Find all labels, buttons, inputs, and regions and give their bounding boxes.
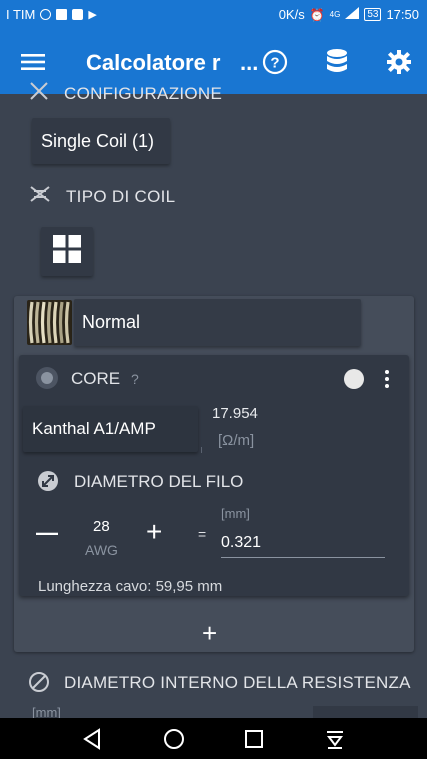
increase-gauge-button[interactable]: + [146, 517, 162, 547]
gauge-value: 28 [93, 518, 110, 535]
mail-notification-icon [56, 9, 68, 20]
configurazione-header: CONFIGURAZIONE [28, 80, 222, 107]
material-selector[interactable]: Kanthal A1/AMP [23, 406, 198, 452]
toolbar-title: Calcolatore r [86, 50, 221, 75]
wire-diameter-icon [37, 470, 59, 497]
svg-text:?: ? [270, 55, 279, 72]
clock: 17:50 [386, 7, 419, 22]
signal-icon [345, 7, 360, 22]
system-nav-bar [0, 718, 427, 759]
menu-icon[interactable] [15, 44, 51, 80]
video-notification-icon [72, 9, 84, 20]
coil-name: Normal [82, 312, 141, 332]
status-left: I TIM ▶ [6, 7, 97, 22]
divider [201, 447, 202, 453]
wire-mm-input[interactable]: 0.321 [221, 534, 385, 558]
gauge-unit: AWG [85, 542, 118, 558]
grid-view-button[interactable] [41, 227, 93, 276]
carrier-label: I TIM [6, 7, 36, 22]
settings-icon[interactable] [381, 44, 417, 80]
coil-name-field[interactable]: Normal [74, 299, 361, 346]
inner-diameter-field[interactable] [313, 706, 418, 718]
play-notification-icon: ▶ [88, 9, 97, 21]
tipo-coil-label: TIPO DI COIL [66, 186, 176, 206]
network-type: 4G [329, 10, 341, 19]
tipo-coil-header: TIPO DI COIL [28, 182, 175, 211]
network-speed: 0K/s [278, 7, 305, 22]
color-dot-icon[interactable] [344, 369, 364, 389]
wire-length-text: Lunghezza cavo: 59,95 mm [38, 578, 223, 595]
mm-unit-label: [mm] [221, 506, 250, 521]
grid-icon [53, 235, 81, 268]
back-icon[interactable] [82, 728, 102, 755]
resistivity-value: 17.954 [212, 405, 258, 422]
configuration-icon [28, 80, 50, 107]
resistivity-unit: [Ω/m] [218, 432, 255, 449]
coil-thumbnail [27, 300, 72, 345]
add-core-button[interactable]: + [202, 619, 217, 647]
inner-diameter-icon [28, 671, 50, 698]
notification-pull-icon[interactable] [325, 728, 345, 755]
configuration-selector[interactable]: Single Coil (1) [32, 118, 170, 164]
status-right: 0K/s ⏰ 4G 53 17:50 [279, 7, 419, 22]
coil-type-icon [28, 182, 52, 211]
core-label: CORE [71, 369, 121, 388]
core-help-icon[interactable]: ? [131, 371, 139, 387]
help-icon[interactable]: ? [257, 44, 293, 80]
wire-mm-value: 0.321 [221, 534, 262, 551]
status-bar: I TIM ▶ 0K/s ⏰ 4G 53 17:50 [0, 0, 427, 30]
core-radio[interactable] [36, 367, 58, 389]
alarm-icon: ⏰ [309, 7, 325, 22]
battery-icon: 53 [364, 8, 382, 21]
decrease-gauge-button[interactable]: — [36, 520, 58, 546]
home-icon[interactable] [163, 728, 185, 755]
equals-sign: = [198, 526, 207, 542]
toolbar-title-ellipsis: ... [240, 50, 259, 75]
wire-diameter-label: DIAMETRO DEL FILO [74, 472, 244, 491]
circle-notification-icon [40, 9, 52, 20]
configurazione-label: CONFIGURAZIONE [64, 83, 223, 103]
inner-diameter-label: DIAMETRO INTERNO DELLA RESISTENZA [64, 673, 411, 692]
configuration-value: Single Coil (1) [41, 130, 155, 151]
more-options-icon[interactable] [380, 368, 394, 390]
radio-dot-icon [41, 372, 53, 384]
database-icon[interactable] [319, 44, 355, 80]
recents-icon[interactable] [244, 729, 264, 754]
material-value: Kanthal A1/AMP [32, 419, 156, 438]
